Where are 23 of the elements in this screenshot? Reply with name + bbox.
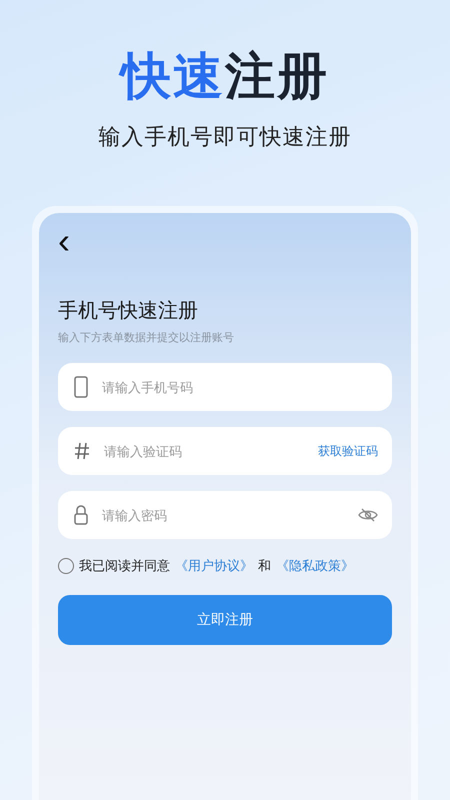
lock-icon xyxy=(74,505,88,525)
agreement-text: 和 xyxy=(258,558,271,575)
agreement-link[interactable]: 《用户协议》 xyxy=(175,557,253,575)
agreement-text: 我已阅读并同意 xyxy=(79,558,170,575)
register-button[interactable]: 立即注册 xyxy=(58,595,392,645)
back-button[interactable]: ‹ xyxy=(58,227,70,255)
eye-off-icon[interactable] xyxy=(358,508,378,522)
get-code-button[interactable]: 获取验证码 xyxy=(318,442,378,460)
agreement-link[interactable]: 《隐私政策》 xyxy=(276,557,354,575)
subtitle: 输入手机号即可快速注册 xyxy=(98,124,352,152)
code-field[interactable]: 请输入验证码 获取验证码 xyxy=(58,427,392,475)
phone-field[interactable]: 请输入手机号码 xyxy=(58,363,392,411)
form-title: 手机号快速注册 xyxy=(58,297,199,324)
password-field[interactable]: 请输入密码 xyxy=(58,491,392,539)
code-input[interactable]: 请输入验证码 xyxy=(102,442,306,460)
hash-icon xyxy=(74,442,90,460)
phone-input[interactable]: 请输入手机号码 xyxy=(100,378,378,396)
agree-radio[interactable] xyxy=(58,558,74,574)
phone-icon xyxy=(74,376,88,398)
headline: 注册 xyxy=(225,47,329,105)
form-subtitle: 输入下方表单数据并提交以注册账号 xyxy=(58,330,235,345)
password-input[interactable]: 请输入密码 xyxy=(100,506,346,524)
headline: 快速 xyxy=(121,47,225,105)
